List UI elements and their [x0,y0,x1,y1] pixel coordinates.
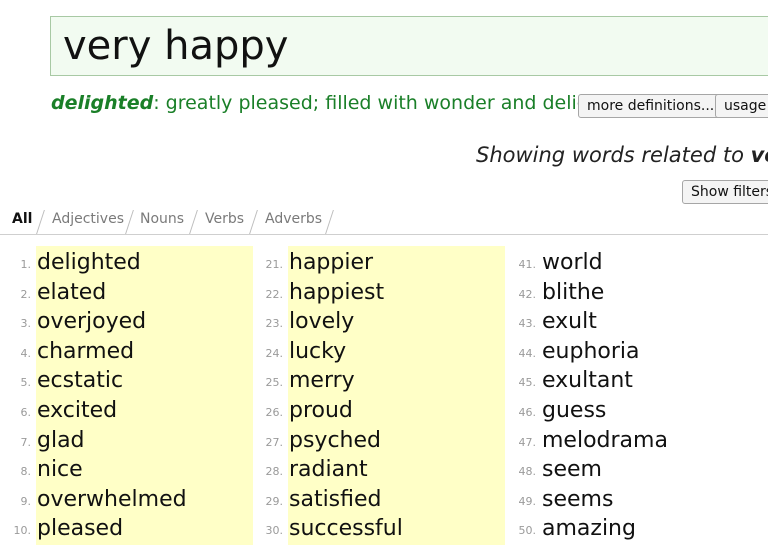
result-word-link[interactable]: melodrama [542,426,668,456]
result-word-link[interactable]: lovely [289,307,354,337]
more-definitions-button[interactable]: more definitions... [578,94,724,118]
result-number: 8. [20,465,32,478]
result-word-link[interactable]: overwhelmed [37,485,187,515]
result-number: 5. [20,376,32,389]
result-word-link[interactable]: overjoyed [37,307,146,337]
result-number: 23. [265,317,284,330]
search-input[interactable]: very happy [50,16,768,76]
result-number: 42. [518,288,537,301]
result-word-link[interactable]: charmed [37,337,134,367]
result-number: 2. [20,288,32,301]
result-number: 28. [265,465,284,478]
result-number: 29. [265,495,284,508]
tab-bar: All Adjectives Nouns Verbs Adverbs [0,204,768,235]
result-number: 45. [518,376,537,389]
result-word-link[interactable]: successful [289,514,403,544]
result-number: 7. [20,436,32,449]
result-word-link[interactable]: euphoria [542,337,640,367]
result-word-link[interactable]: psyched [289,426,381,456]
result-number: 6. [20,406,32,419]
result-word-link[interactable]: guess [542,396,606,426]
result-word-link[interactable]: exult [542,307,597,337]
result-word-link[interactable]: delighted [37,248,141,278]
result-word-link[interactable]: pleased [37,514,123,544]
result-word-link[interactable]: elated [37,278,106,308]
definition-line: delighted: greatly pleased; filled with … [51,90,615,116]
tab-all[interactable]: All [4,208,40,234]
result-number: 1. [20,258,32,271]
result-word-link[interactable]: happier [289,248,373,278]
result-number: 26. [265,406,284,419]
show-filters-button[interactable]: Show filters [682,180,768,204]
result-number: 9. [20,495,32,508]
result-word-link[interactable]: seem [542,455,602,485]
result-number: 27. [265,436,284,449]
result-word-link[interactable]: merry [289,366,355,396]
tab-verbs[interactable]: Verbs [197,208,252,234]
result-word-link[interactable]: blithe [542,278,604,308]
result-number: 46. [518,406,537,419]
result-word-link[interactable]: satisfied [289,485,382,515]
search-query-text: very happy [63,23,289,69]
result-number: 10. [13,524,32,537]
result-word-link[interactable]: lucky [289,337,346,367]
result-number: 48. [518,465,537,478]
tab-adjectives[interactable]: Adjectives [44,208,132,234]
result-number: 50. [518,524,537,537]
showing-heading: Showing words related to ver [476,143,768,167]
result-number: 24. [265,347,284,360]
tab-nouns[interactable]: Nouns [132,208,192,234]
result-word-link[interactable]: seems [542,485,613,515]
showing-query: ver [750,143,768,167]
result-word-link[interactable]: happiest [289,278,384,308]
result-word-link[interactable]: exultant [542,366,633,396]
result-number: 47. [518,436,537,449]
definition-word: delighted [51,92,154,114]
result-number: 25. [265,376,284,389]
usage-button[interactable]: usage [715,94,768,118]
result-number: 30. [265,524,284,537]
showing-prefix: Showing words related to [476,143,751,167]
result-number: 22. [265,288,284,301]
result-word-link[interactable]: glad [37,426,85,456]
result-number: 4. [20,347,32,360]
result-word-link[interactable]: radiant [289,455,368,485]
result-number: 44. [518,347,537,360]
tab-adverbs[interactable]: Adverbs [257,208,330,234]
result-number: 43. [518,317,537,330]
result-word-link[interactable]: world [542,248,603,278]
result-word-link[interactable]: ecstatic [37,366,123,396]
result-word-link[interactable]: excited [37,396,117,426]
result-number: 41. [518,258,537,271]
result-number: 21. [265,258,284,271]
result-number: 3. [20,317,32,330]
result-word-link[interactable]: amazing [542,514,636,544]
result-word-link[interactable]: nice [37,455,83,485]
definition-text: : greatly pleased; filled with wonder an… [153,92,615,114]
result-number: 49. [518,495,537,508]
result-word-link[interactable]: proud [289,396,353,426]
